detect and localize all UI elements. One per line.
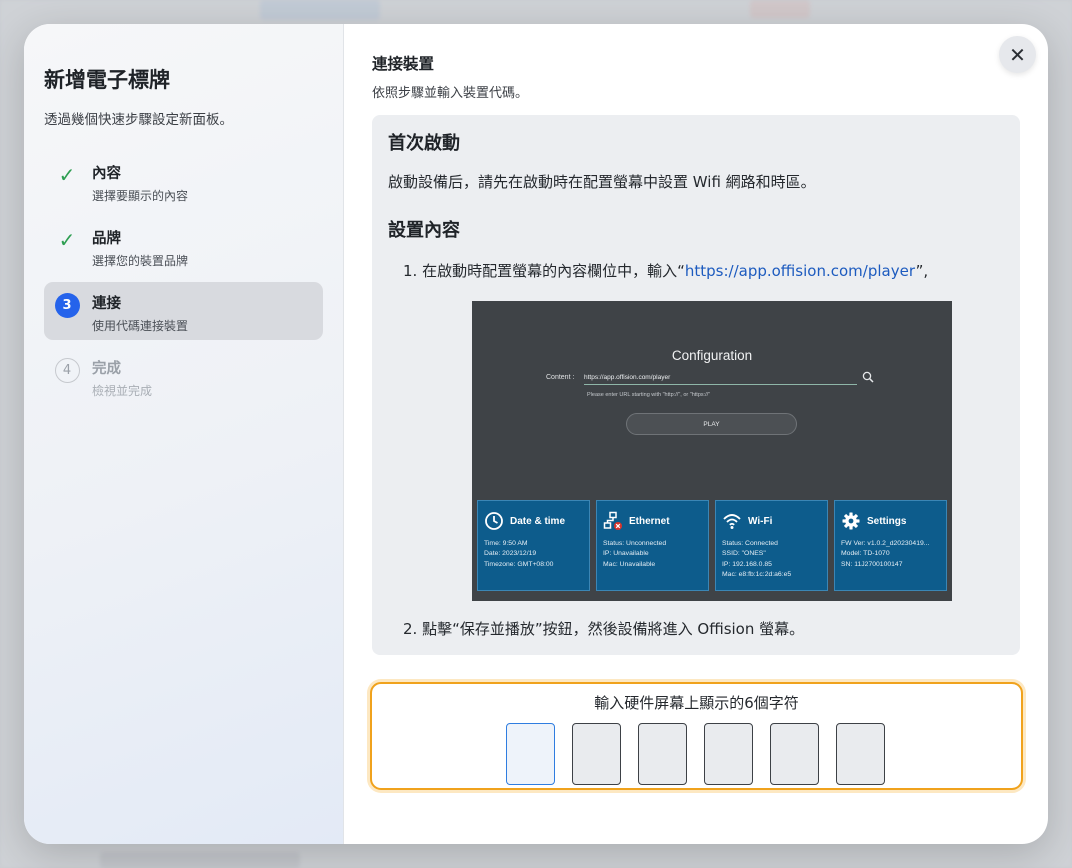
ethernet-icon	[603, 511, 622, 530]
gear-icon	[842, 512, 860, 530]
tile-date-time: Date & time Time: 9:50 AM Date: 2023/12/…	[477, 500, 590, 591]
section-title: 連接裝置	[372, 55, 435, 73]
tile-line: Mac: Unavailable	[603, 560, 656, 568]
step-number: 3	[54, 292, 80, 318]
device-code-entry: 輸入硬件屏幕上顯示的6個字符	[370, 682, 1023, 790]
tile-title: Date & time	[510, 515, 566, 527]
config-url-field: https://app.offision.com/player	[584, 374, 857, 385]
tile-line: Model: TD-1070	[841, 550, 890, 558]
background-footer	[100, 852, 300, 868]
close-button[interactable]: ✕	[999, 36, 1036, 73]
code-cell-3[interactable]	[638, 723, 687, 785]
guide-step-1: 1. 在啟動時配置螢幕的內容欄位中，輸入“https://app.offisio…	[403, 262, 929, 280]
tile-settings: Settings FW Ver: v1.0.2_d20230419... Mod…	[834, 500, 947, 591]
check-icon: ✓	[58, 228, 76, 252]
guide-paragraph: 啟動設備后，請先在啟動時在配置螢幕中設置 Wifi 網路和時區。	[388, 173, 816, 191]
tile-title: Settings	[867, 515, 907, 527]
tile-line: Time: 9:50 AM	[484, 540, 528, 547]
code-cell-1[interactable]	[506, 723, 555, 785]
status-tiles: Date & time Time: 9:50 AM Date: 2023/12/…	[477, 500, 947, 591]
tile-wifi: Wi-Fi Status: Connected SSID: "ONES" IP:…	[715, 500, 828, 591]
background-badge	[750, 0, 810, 18]
code-cell-5[interactable]	[770, 723, 819, 785]
code-cell-2[interactable]	[572, 723, 621, 785]
step-description: 選擇您的裝置品牌	[92, 254, 189, 268]
tile-line: Mac: e8:fb:1c:2d:a6:e5	[722, 570, 792, 578]
tile-line: Status: Connected	[722, 540, 778, 547]
wizard-steps: ✓ 內容 選擇要顯示的內容 ✓ 品牌 選擇您的裝置品牌 3 連接 使用代碼連接裝…	[44, 152, 323, 405]
step-finish: 4 完成 檢視並完成	[44, 347, 323, 405]
step-brand[interactable]: ✓ 品牌 選擇您的裝置品牌	[44, 217, 323, 275]
dialog-subtitle: 透過幾個快速步驟設定新面板。	[44, 112, 233, 128]
clock-icon	[485, 512, 503, 530]
tile-line: Date: 2023/12/19	[484, 550, 537, 558]
tile-title: Wi-Fi	[748, 515, 773, 527]
step-label: 品牌	[92, 231, 121, 247]
search-icon	[862, 371, 874, 383]
tile-line: IP: Unavailable	[603, 550, 649, 558]
guide-heading-content: 設置內容	[388, 220, 460, 241]
step-connect[interactable]: 3 連接 使用代碼連接裝置	[44, 282, 323, 340]
code-entry-label: 輸入硬件屏幕上顯示的6個字符	[594, 694, 799, 712]
config-content-label: Content :	[546, 374, 575, 381]
wizard-main: ✕ 連接裝置 依照步驟並輸入裝置代碼。 首次啟動 啟動設備后，請先在啟動時在配置…	[344, 24, 1048, 844]
tile-line: Timezone: GMT+08:00	[484, 560, 554, 568]
step-description: 檢視並完成	[92, 384, 153, 398]
step-description: 使用代碼連接裝置	[92, 319, 189, 333]
tile-title: Ethernet	[629, 515, 670, 527]
step-label: 內容	[92, 166, 121, 182]
tile-line: SN: 11J2700100147	[841, 560, 903, 568]
wifi-icon	[723, 514, 741, 529]
guide-step-2: 2. 點擊“保存並播放”按鈕，然後設備將進入 Offision 螢幕。	[403, 620, 805, 638]
tile-line: Status: Unconnected	[603, 540, 667, 547]
wizard-sidebar: 新增電子標牌 透過幾個快速步驟設定新面板。 ✓ 內容 選擇要顯示的內容 ✓ 品牌…	[24, 24, 344, 844]
add-signage-dialog: 新增電子標牌 透過幾個快速步驟設定新面板。 ✓ 內容 選擇要顯示的內容 ✓ 品牌…	[24, 24, 1048, 844]
config-play-button: PLAY	[626, 413, 797, 435]
config-hint: Please enter URL starting with "http://"…	[587, 392, 711, 398]
code-cell-6[interactable]	[836, 723, 885, 785]
config-title: Configuration	[671, 348, 753, 363]
dialog-title: 新增電子標牌	[44, 68, 170, 92]
tile-line: SSID: "ONES"	[722, 550, 766, 558]
tile-line: FW Ver: v1.0.2_d20230419...	[841, 540, 930, 547]
close-icon: ✕	[1009, 42, 1026, 67]
code-cells	[372, 723, 1021, 785]
step-label: 完成	[92, 361, 121, 377]
check-icon: ✓	[58, 163, 76, 187]
step-content[interactable]: ✓ 內容 選擇要顯示的內容	[44, 152, 323, 210]
step-description: 選擇要顯示的內容	[92, 189, 189, 203]
step-label: 連接	[92, 296, 121, 312]
tile-line: IP: 192.168.0.85	[722, 560, 772, 568]
step-number: 4	[54, 357, 80, 383]
player-url-link[interactable]: https://app.offision.com/player	[685, 262, 916, 280]
code-cell-4[interactable]	[704, 723, 753, 785]
device-screenshot: Configuration Content : https://app.offi…	[472, 301, 952, 601]
tile-ethernet: Ethernet Status: Unconnected IP: Unavail…	[596, 500, 709, 591]
setup-guide: 首次啟動 啟動設備后，請先在啟動時在配置螢幕中設置 Wifi 網路和時區。 設置…	[372, 115, 1020, 655]
background-toolbar	[260, 0, 380, 20]
guide-heading-first-boot: 首次啟動	[388, 133, 460, 154]
section-subtitle: 依照步驟並輸入裝置代碼。	[372, 86, 529, 101]
